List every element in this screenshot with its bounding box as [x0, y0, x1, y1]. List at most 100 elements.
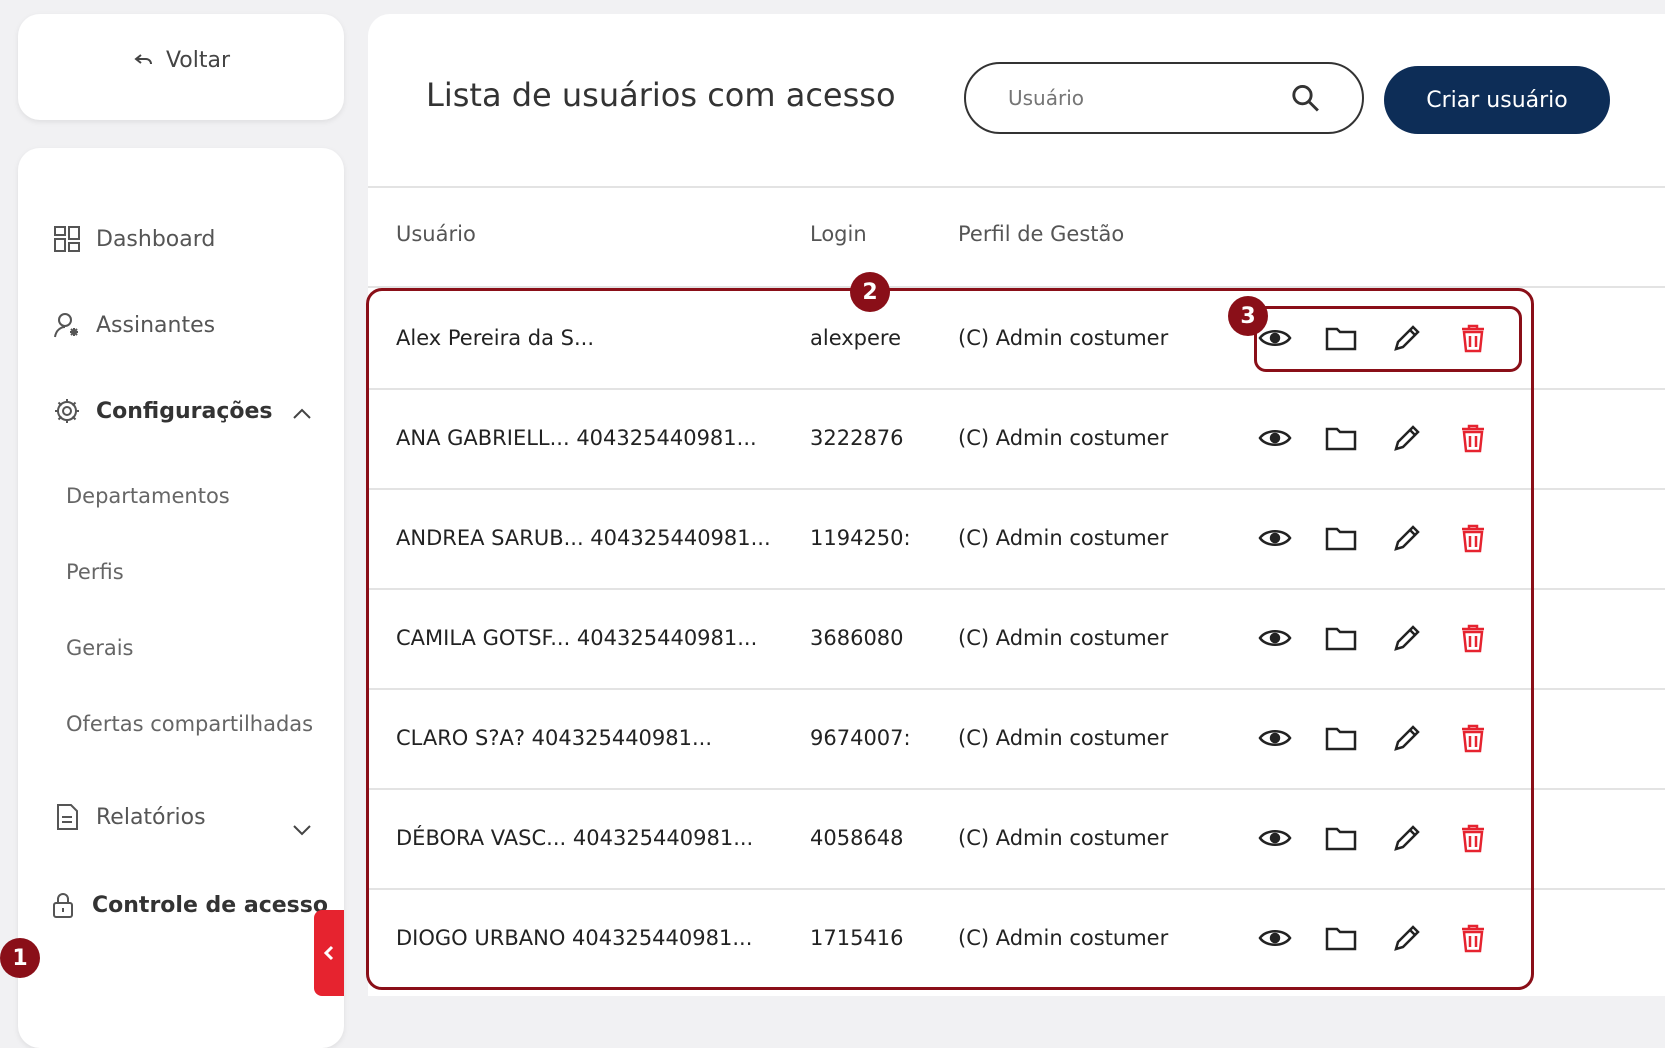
sidebar-subitem-profiles[interactable]: Perfis — [66, 560, 124, 584]
folder-icon[interactable] — [1324, 421, 1358, 455]
cell-user: ANDREA SARUB... 404325440981... — [396, 526, 771, 550]
sidebar-item-access-control[interactable]: Controle de acesso — [48, 890, 328, 920]
back-label: Voltar — [165, 47, 231, 73]
back-arrow-icon — [134, 54, 152, 65]
cell-login: 1194250: — [810, 526, 911, 550]
cell-login: 9674007: — [810, 726, 911, 750]
table-row: CLARO S?A? 404325440981... 9674007: (C) … — [368, 688, 1665, 788]
cell-profile: (C) Admin costumer — [958, 626, 1169, 650]
search-box[interactable] — [964, 62, 1364, 134]
row-actions — [1258, 488, 1490, 588]
chevron-down-icon[interactable] — [288, 816, 316, 844]
sidebar-item-dashboard[interactable]: Dashboard — [52, 224, 215, 254]
create-user-button[interactable]: Criar usuário — [1384, 66, 1610, 134]
delete-icon[interactable] — [1456, 321, 1490, 355]
folder-icon[interactable] — [1324, 321, 1358, 355]
table-row: Alex Pereira da S... alexpere (C) Admin … — [368, 288, 1665, 388]
cell-user: Alex Pereira da S... — [396, 326, 595, 350]
callout-badge-3: 3 — [1228, 296, 1268, 336]
page-title: Lista de usuários com acesso — [426, 76, 896, 114]
row-actions — [1258, 388, 1490, 488]
cell-profile: (C) Admin costumer — [958, 526, 1169, 550]
report-icon — [57, 804, 78, 830]
cell-user: DÉBORA VASC... 404325440981... — [396, 826, 754, 850]
table-row: ANA GABRIELL... 404325440981... 3222876 … — [368, 388, 1665, 488]
edit-icon[interactable] — [1390, 821, 1424, 855]
search-input[interactable] — [1006, 85, 1290, 111]
callout-badge-2: 2 — [850, 272, 890, 312]
sidebar-item-label: Dashboard — [96, 226, 216, 252]
main-panel: Lista de usuários com acesso Criar usuár… — [368, 14, 1665, 996]
delete-icon[interactable] — [1456, 721, 1490, 755]
nav-card: Dashboard Assinantes Configurações Depar… — [18, 148, 344, 1048]
table-row: ANDREA SARUB... 404325440981... 1194250:… — [368, 488, 1665, 588]
sidebar-item-reports[interactable]: Relatórios — [52, 802, 206, 832]
sidebar-item-label: Assinantes — [96, 312, 216, 338]
row-actions — [1258, 688, 1490, 788]
folder-icon[interactable] — [1324, 621, 1358, 655]
cell-profile: (C) Admin costumer — [958, 426, 1169, 450]
folder-icon[interactable] — [1324, 521, 1358, 555]
delete-icon[interactable] — [1456, 621, 1490, 655]
view-icon[interactable] — [1258, 821, 1292, 855]
delete-icon[interactable] — [1456, 921, 1490, 955]
folder-icon[interactable] — [1324, 821, 1358, 855]
edit-icon[interactable] — [1390, 521, 1424, 555]
delete-icon[interactable] — [1456, 521, 1490, 555]
column-header-profile: Perfil de Gestão — [958, 222, 1125, 246]
sidebar: Voltar Dashboard Assinantes Configuraçõe… — [18, 14, 344, 1048]
folder-icon[interactable] — [1324, 721, 1358, 755]
cell-profile: (C) Admin costumer — [958, 926, 1169, 950]
table-row: DIOGO URBANO 404325440981... 1715416 (C)… — [368, 888, 1665, 988]
back-button[interactable]: Voltar — [132, 48, 230, 73]
edit-icon[interactable] — [1390, 621, 1424, 655]
cell-login: 3222876 — [810, 426, 904, 450]
edit-icon[interactable] — [1390, 321, 1424, 355]
edit-icon[interactable] — [1390, 721, 1424, 755]
sidebar-subitem-general[interactable]: Gerais — [66, 636, 133, 660]
dashboard-icon — [54, 226, 80, 252]
delete-icon[interactable] — [1456, 421, 1490, 455]
row-actions — [1258, 288, 1490, 388]
row-actions — [1258, 788, 1490, 888]
gear-icon — [55, 399, 79, 423]
lock-icon — [53, 893, 73, 918]
cell-profile: (C) Admin costumer — [958, 826, 1169, 850]
view-icon[interactable] — [1258, 521, 1292, 555]
sidebar-item-label: Configurações — [96, 398, 273, 424]
delete-icon[interactable] — [1456, 821, 1490, 855]
sidebar-subitem-shared-offers[interactable]: Ofertas compartilhadas — [66, 712, 313, 736]
chevron-up-icon[interactable] — [288, 400, 316, 428]
chevron-left-icon — [323, 945, 334, 961]
folder-icon[interactable] — [1324, 921, 1358, 955]
callout-badge-1: 1 — [0, 938, 40, 978]
edit-icon[interactable] — [1390, 921, 1424, 955]
search-icon[interactable] — [1289, 81, 1322, 115]
row-actions — [1258, 588, 1490, 688]
view-icon[interactable] — [1258, 621, 1292, 655]
column-header-login: Login — [810, 222, 867, 246]
cell-login: 3686080 — [810, 626, 904, 650]
sidebar-item-label: Relatórios — [96, 804, 206, 830]
sidebar-item-settings[interactable]: Configurações — [52, 396, 273, 426]
view-icon[interactable] — [1258, 421, 1292, 455]
sidebar-subitem-departments[interactable]: Departamentos — [66, 484, 230, 508]
table-row: CAMILA GOTSF... 404325440981... 3686080 … — [368, 588, 1665, 688]
table-row: DÉBORA VASC... 404325440981... 4058648 (… — [368, 788, 1665, 888]
sidebar-item-subscribers[interactable]: Assinantes — [52, 310, 215, 340]
edit-icon[interactable] — [1390, 421, 1424, 455]
back-card: Voltar — [18, 14, 344, 120]
header-divider — [368, 186, 1665, 188]
cell-login: 4058648 — [810, 826, 904, 850]
sidebar-item-label: Controle de acesso — [92, 892, 328, 918]
cell-profile: (C) Admin costumer — [958, 326, 1169, 350]
view-icon[interactable] — [1258, 921, 1292, 955]
subscribers-icon — [54, 313, 78, 338]
row-actions — [1258, 888, 1490, 988]
sidebar-collapse-button[interactable] — [314, 910, 344, 996]
cell-user: DIOGO URBANO 404325440981... — [396, 926, 753, 950]
cell-login: 1715416 — [810, 926, 904, 950]
view-icon[interactable] — [1258, 721, 1292, 755]
column-header-user: Usuário — [396, 222, 476, 246]
cell-user: ANA GABRIELL... 404325440981... — [396, 426, 757, 450]
